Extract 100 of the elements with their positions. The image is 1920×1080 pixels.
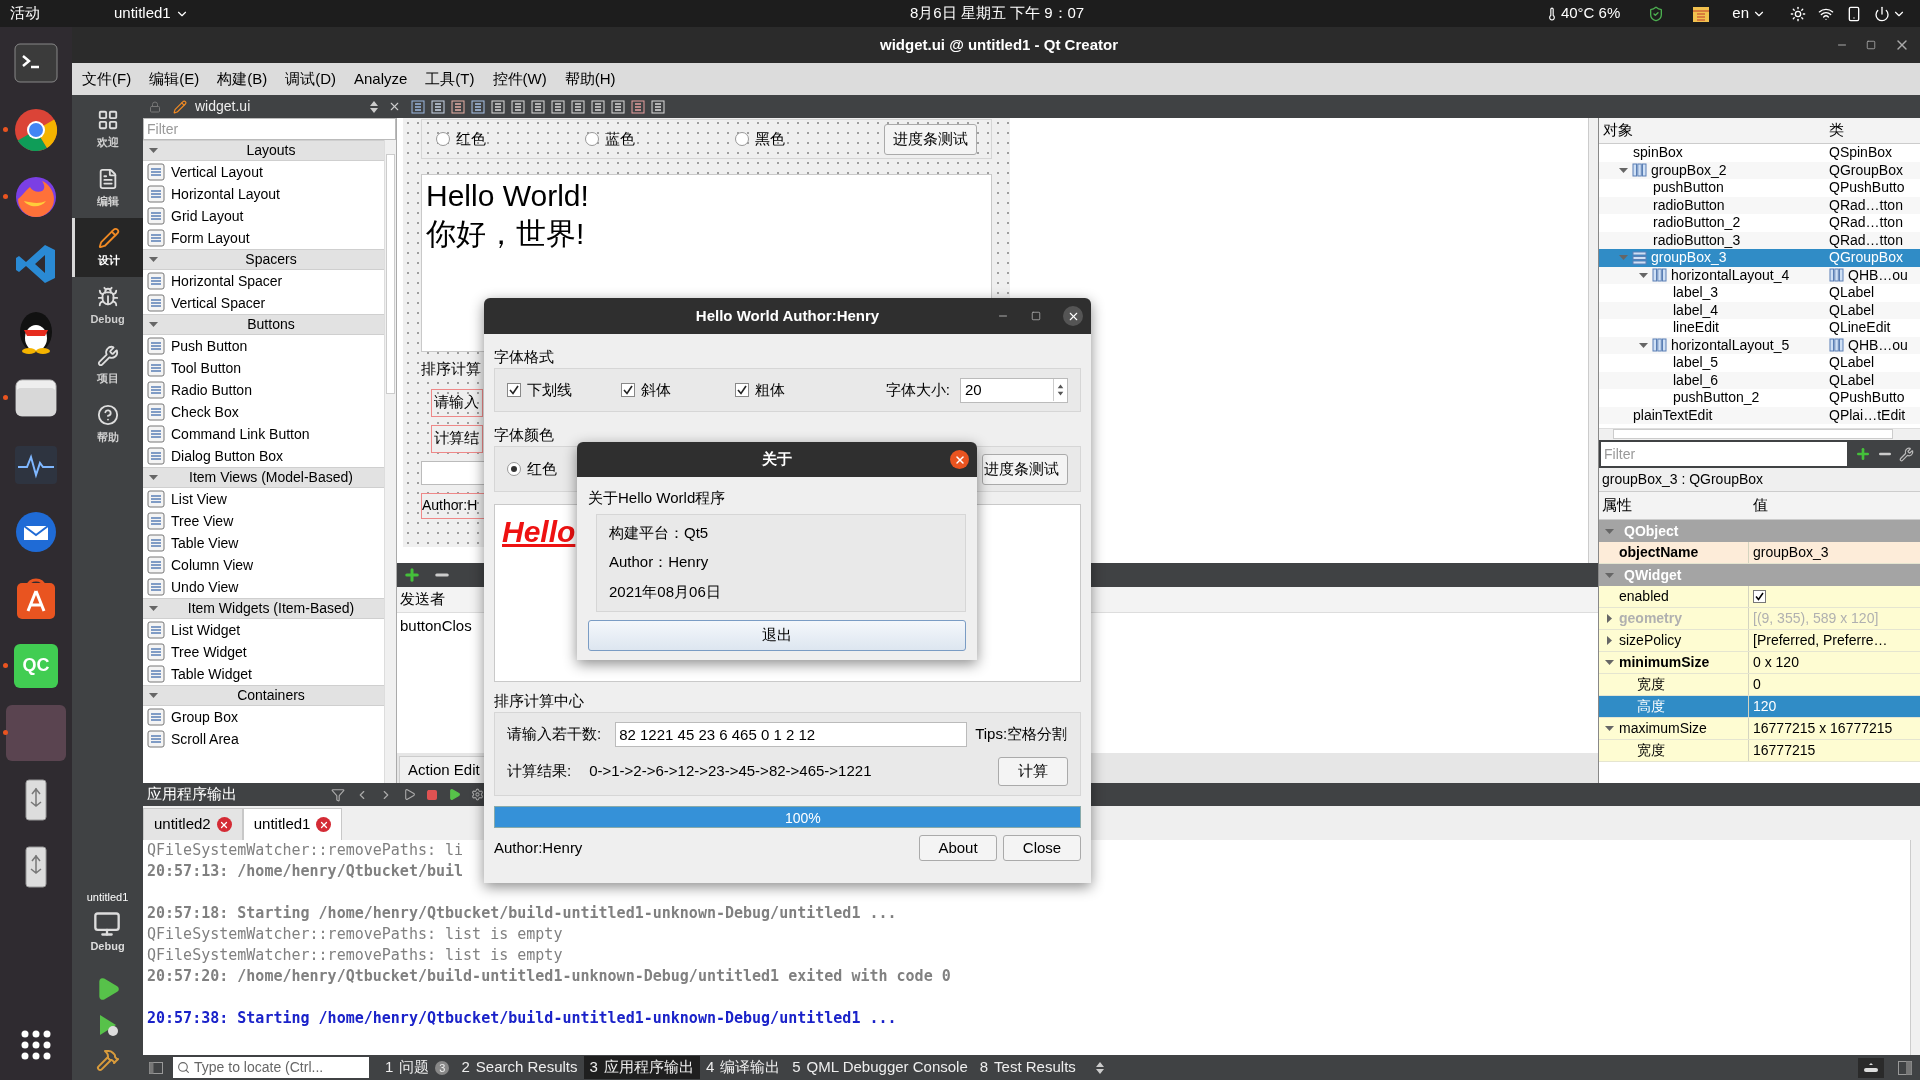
widget-item[interactable]: Dialog Button Box: [143, 445, 384, 467]
layout-tool-icon[interactable]: [511, 99, 526, 114]
close-icon[interactable]: [950, 450, 969, 469]
property-row[interactable]: 宽度 16777215: [1599, 740, 1920, 762]
widget-item[interactable]: Vertical Layout: [143, 161, 384, 183]
maximize-icon[interactable]: [1031, 311, 1041, 321]
widget-item[interactable]: Table Widget: [143, 663, 384, 685]
brightness-icon[interactable]: [1790, 5, 1806, 22]
widget-item[interactable]: Radio Button: [143, 379, 384, 401]
widget-item[interactable]: Tool Button: [143, 357, 384, 379]
radio-button[interactable]: [507, 462, 521, 476]
sidebar-toggle-icon[interactable]: [149, 1061, 163, 1074]
layout-tool-icon[interactable]: [571, 99, 586, 114]
activities-button[interactable]: 活动: [0, 2, 50, 25]
menu-item[interactable]: 构建(B): [217, 67, 268, 91]
sort-arrows-icon[interactable]: [1095, 1061, 1104, 1074]
property-row[interactable]: 宽度 0: [1599, 674, 1920, 696]
stop-icon[interactable]: [426, 788, 438, 801]
widget-item[interactable]: Scroll Area: [143, 728, 384, 750]
output-pane-button[interactable]: 2 Search Results: [455, 1056, 584, 1079]
sidebar-toggle-icon[interactable]: [1898, 1060, 1912, 1075]
widget-item[interactable]: List View: [143, 488, 384, 510]
widget-item[interactable]: Horizontal Layout: [143, 183, 384, 205]
layout-tool-icon[interactable]: [471, 99, 486, 114]
calendar-icon[interactable]: [1692, 4, 1711, 23]
widget-item[interactable]: Command Link Button: [143, 423, 384, 445]
dialog-button[interactable]: About: [919, 835, 997, 861]
widget-item[interactable]: Undo View: [143, 576, 384, 598]
checkbox[interactable]: [621, 383, 635, 397]
layout-tool-icon[interactable]: [431, 99, 446, 114]
menu-item[interactable]: 编辑(E): [149, 67, 200, 91]
layout-tool-icon[interactable]: [411, 99, 426, 114]
category-header[interactable]: Containers: [143, 685, 384, 706]
category-header[interactable]: Item Views (Model-Based): [143, 467, 384, 488]
mode-tab[interactable]: 编辑: [72, 159, 143, 218]
output-pane-button[interactable]: 1 问题 3: [379, 1056, 456, 1079]
checkbox[interactable]: [735, 383, 749, 397]
maximize-icon[interactable]: [1866, 40, 1876, 50]
output-pane-button[interactable]: 5 QML Debugger Console: [786, 1056, 974, 1079]
debug-run-icon[interactable]: [448, 788, 461, 801]
layout-tool-icon[interactable]: [611, 99, 626, 114]
widget-item[interactable]: Vertical Spacer: [143, 292, 384, 314]
layout-tool-icon[interactable]: [651, 99, 666, 114]
clock[interactable]: 8月6日 星期五 下午 9：07: [910, 2, 1085, 25]
mode-tab[interactable]: 项目: [72, 336, 143, 395]
file-name[interactable]: widget.ui: [195, 96, 251, 117]
output-pane-button[interactable]: 3 应用程序输出: [583, 1056, 700, 1079]
shield-icon[interactable]: [1648, 5, 1665, 22]
mode-tab[interactable]: 欢迎: [72, 100, 143, 159]
compute-button[interactable]: 计算: [998, 757, 1068, 786]
phone-icon[interactable]: [1846, 5, 1862, 22]
folder-icon[interactable]: [14, 377, 58, 418]
widget-item[interactable]: Check Box: [143, 401, 384, 423]
filter-field[interactable]: Filter: [143, 118, 396, 140]
locator-field[interactable]: Type to locate (Ctrl...: [173, 1057, 369, 1078]
mode-tab[interactable]: 帮助: [72, 395, 143, 454]
settings-icon[interactable]: [471, 788, 484, 801]
apps-grid-icon[interactable]: [20, 1028, 52, 1061]
category-header[interactable]: Item Widgets (Item-Based): [143, 598, 384, 619]
menu-item[interactable]: 文件(F): [82, 67, 132, 91]
widget-item[interactable]: Table View: [143, 532, 384, 554]
widget-item[interactable]: Grid Layout: [143, 205, 384, 227]
widget-item[interactable]: Form Layout: [143, 227, 384, 249]
radio-button[interactable]: [734, 132, 749, 146]
run-target-selector[interactable]: Debug: [90, 909, 125, 954]
spin-box[interactable]: 20: [960, 377, 1068, 403]
mode-tab[interactable]: Debug: [72, 277, 143, 336]
toggle-output-icon[interactable]: [1858, 1057, 1884, 1078]
layout-tool-icon[interactable]: [631, 99, 646, 114]
menu-item[interactable]: 工具(T): [425, 67, 475, 91]
mail-icon[interactable]: [14, 509, 58, 554]
tree-row[interactable]: groupBox_3 QGroupBox: [1599, 249, 1920, 267]
property-row[interactable]: 高度 120: [1599, 696, 1920, 718]
output-pane-button[interactable]: 4 编译输出: [699, 1056, 787, 1079]
fox-globe-icon[interactable]: [14, 174, 58, 219]
progress-test-button[interactable]: 进度条测试: [884, 123, 977, 155]
progress-test-button[interactable]: 进度条测试: [982, 453, 1068, 485]
checkbox[interactable]: [1753, 590, 1766, 603]
radio-button[interactable]: [585, 132, 600, 146]
property-row[interactable]: sizePolicy [Preferred, Preferre…: [1599, 630, 1920, 652]
category-header[interactable]: Buttons: [143, 314, 384, 335]
sort-arrows-icon[interactable]: [370, 100, 379, 113]
menu-item[interactable]: 调试(D): [285, 67, 336, 91]
number-input[interactable]: 82 1221 45 23 6 465 0 1 2 12: [615, 722, 968, 747]
widget-item[interactable]: Tree View: [143, 510, 384, 532]
radio-button[interactable]: [436, 132, 450, 146]
property-row[interactable]: objectName groupBox_3: [1599, 542, 1920, 564]
wrench-icon[interactable]: [1899, 446, 1914, 462]
widget-item[interactable]: Column View: [143, 554, 384, 576]
layout-tool-icon[interactable]: [591, 99, 606, 114]
exit-button[interactable]: 退出: [588, 619, 966, 651]
filter-icon[interactable]: [331, 787, 345, 802]
category-header[interactable]: Spacers: [143, 249, 384, 270]
property-row[interactable]: maximumSize 16777215 x 16777215: [1599, 718, 1920, 740]
input-method-menu[interactable]: en: [1732, 2, 1766, 25]
menu-item[interactable]: 帮助(H): [564, 67, 616, 91]
app-store-icon[interactable]: [14, 576, 58, 621]
app-menu[interactable]: untitled1: [114, 2, 189, 25]
layout-tool-icon[interactable]: [551, 99, 566, 114]
add-icon[interactable]: [403, 566, 421, 584]
